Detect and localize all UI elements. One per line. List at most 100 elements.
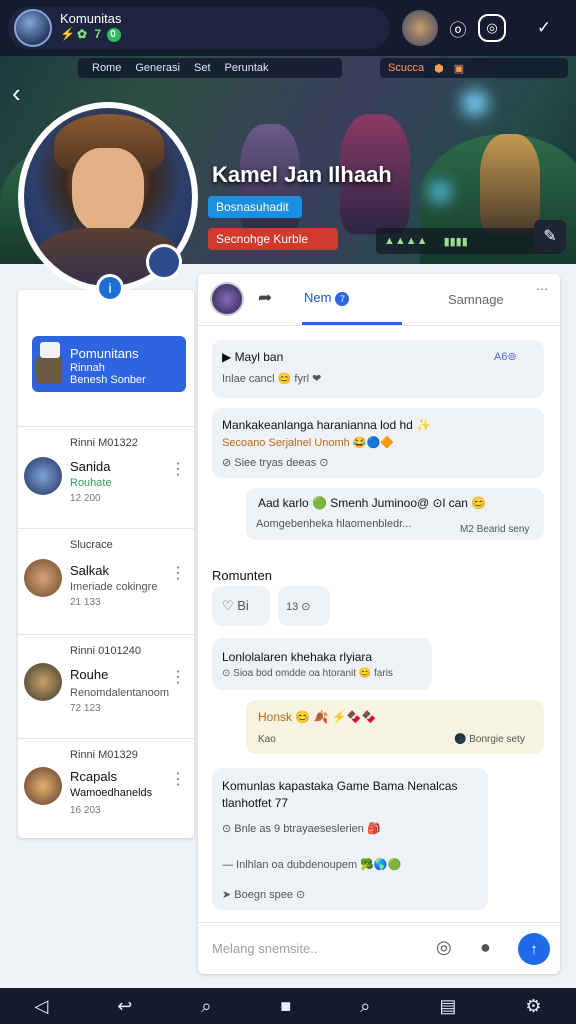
member-status: Wamoedhanelds (70, 787, 153, 799)
member-name: Salkak (70, 563, 110, 578)
tag-blue[interactable]: Bosnasuhadit (208, 196, 302, 218)
camera-icon[interactable]: ◎ (436, 937, 452, 958)
message-bubble[interactable] (212, 340, 544, 398)
tab-samnage[interactable]: Samnage (448, 292, 504, 307)
community-line: Rinnah (70, 362, 105, 374)
message-right: A6⊚ (494, 351, 517, 363)
banner-menu-right: Scucca ⬢ ▣ (380, 58, 568, 78)
tag-red[interactable]: Secnohge Kurble (208, 228, 338, 250)
member-meta: 16 203 (70, 805, 101, 816)
member-status: Rouhate (70, 477, 112, 489)
member-status: Imeriade cokingre (70, 581, 158, 593)
member-avatar (24, 663, 62, 701)
message-title: Lonlolalaren khehaka rlyiara (222, 650, 373, 664)
share-icon[interactable]: ➦ (258, 288, 272, 308)
tab-nem[interactable]: Nem 7 (304, 290, 350, 306)
message-meta: ➤ Boegn spee ⊙ (222, 889, 306, 901)
message-input[interactable]: Melang snemsite.. (212, 941, 318, 956)
member-time: Rinni M01329 (70, 749, 138, 761)
menu-item[interactable]: Rome (92, 62, 121, 74)
info-icon[interactable]: i (96, 274, 124, 302)
member-name: Rcapals (70, 769, 117, 784)
member-row[interactable]: Rinni M01329 Rcapals Wamoedhanelds 16 20… (18, 738, 194, 838)
member-avatar (24, 767, 62, 805)
message-bubble[interactable] (212, 638, 432, 690)
banner-menu: Rome Generasi Set Peruntak (78, 58, 342, 78)
member-time: Slucrace (70, 539, 113, 551)
member-row[interactable]: Slucrace Salkak Imeriade cokingre 21 133… (18, 528, 194, 634)
check-icon[interactable]: ✓ (526, 10, 562, 46)
back-nav-icon[interactable]: ◁ (34, 996, 48, 1017)
message-line: Inlae cancl 😊 fyrl ❤ (222, 373, 322, 385)
edit-banner-icon[interactable]: ✎ (534, 220, 566, 252)
reaction-label: ♡ Bi (222, 598, 249, 613)
message-title: Komunlas kapastaka Game Bama Nenalcas tl… (222, 779, 458, 810)
back-button[interactable]: ‹ (12, 78, 21, 109)
stats-badge: 0 (107, 27, 122, 42)
settings-nav-icon[interactable]: ⚙ (525, 996, 541, 1017)
member-time: Rinni M01322 (70, 437, 138, 449)
stats-text: ⚡✿ 7 (60, 27, 104, 41)
face (72, 148, 144, 234)
sticker-icon[interactable]: ● (480, 937, 491, 958)
message-meta: ⊘ Siee tryas deeas ⊙ (222, 457, 329, 469)
more-options-icon[interactable]: ⋯ (536, 282, 548, 296)
member-name: Sanida (70, 459, 111, 474)
chat-avatar[interactable] (210, 282, 244, 316)
message-line: — Inlhlan oa dubdenoupem 🥦🌎🟢 (222, 859, 402, 871)
user-stats: ⚡✿ 70 (60, 27, 122, 42)
helmet-avatar-icon[interactable] (402, 10, 438, 46)
message-title: Romunten (212, 568, 272, 583)
menu-item[interactable]: ⬢ (434, 62, 444, 75)
badge-icon (40, 342, 60, 358)
menu-item[interactable]: Set (194, 62, 211, 74)
edit-icon[interactable]: ◎ (478, 14, 506, 42)
message-line: Kao (258, 734, 276, 745)
menu-nav-icon[interactable]: ▤ (439, 996, 456, 1017)
message-bubble[interactable] (246, 700, 544, 754)
member-status: Renomdalentanoom (70, 687, 170, 699)
search2-nav-icon[interactable]: ⌕ (360, 996, 370, 1017)
more-icon[interactable]: ⋮ (170, 563, 186, 583)
message-line: ⊙ Bnle as 9 btrayaeseslerien 🎒 (222, 823, 381, 835)
member-avatar (24, 457, 62, 495)
message-line: Secoano Serjalnel Unomh 😂🔵🔶 (222, 437, 394, 449)
message-line: Aomgebenheka hlaomenbledr... (256, 518, 412, 530)
community-card[interactable]: Pomunitans Rinnah Benesh Sonber (32, 336, 186, 392)
member-meta: 12 200 (70, 493, 101, 504)
home-nav-icon[interactable]: ■ (280, 996, 291, 1017)
message-title: ▶ Mayl ban (222, 350, 284, 364)
game-title: Kamel Jan Ilhaah (212, 162, 392, 187)
more-icon[interactable]: ⋮ (170, 769, 186, 789)
message-title: Honsk 😊 🍂 ⚡🍫🍫 (258, 710, 377, 724)
menu-item[interactable]: Scucca (388, 62, 424, 74)
reaction-meta: 13 ⊙ (286, 601, 311, 613)
menu-item[interactable]: Peruntak (225, 62, 269, 74)
member-meta: 72 123 (70, 703, 101, 714)
more-icon[interactable]: ⋮ (170, 667, 186, 687)
stat-bar: ▲▲▲▲ (384, 235, 428, 247)
message-title: Aad karlo 🟢 Smenh Juminoo@ ⊙l can 😊 (258, 496, 487, 510)
message-text: Mayl ban (234, 350, 284, 364)
send-button[interactable]: ↑ (518, 933, 550, 965)
system-nav-bar: ◁ ↩ ⌕ ■ ⌕ ▤ ⚙ (0, 988, 576, 1024)
chat-header (198, 274, 560, 326)
member-row[interactable]: Rinni M01322 Sanida Rouhate 12 200 ⋮ (18, 426, 194, 528)
member-row[interactable]: Rinni 0101240 Rouhe Renomdalentanoom 72 … (18, 634, 194, 738)
message-title: Mankakeanlanga haranianna lod hd ✨ (222, 418, 432, 432)
community-title: Pomunitans (70, 346, 139, 361)
more-icon[interactable]: ⋮ (170, 459, 186, 479)
menu-item[interactable]: ▣ (454, 62, 464, 75)
undo-nav-icon[interactable]: ↩ (117, 996, 132, 1017)
stat-bar: ▮▮▮▮ (443, 235, 468, 248)
notification-button[interactable]: ⓞ (440, 10, 476, 46)
member-name: Rouhe (70, 667, 109, 682)
user-avatar[interactable] (14, 9, 52, 47)
message-meta: 🌑 Bonrgie sety (454, 734, 525, 745)
menu-item[interactable]: Generasi (135, 62, 180, 74)
message-meta: M2 Bearid seny (460, 524, 530, 535)
mini-avatar-badge[interactable] (146, 244, 182, 280)
top-bar: Komunitas ⚡✿ 70 ⓞ ◎ ✓ (0, 0, 576, 56)
search-nav-icon[interactable]: ⌕ (201, 996, 211, 1017)
app-title: Komunitas (60, 11, 122, 26)
